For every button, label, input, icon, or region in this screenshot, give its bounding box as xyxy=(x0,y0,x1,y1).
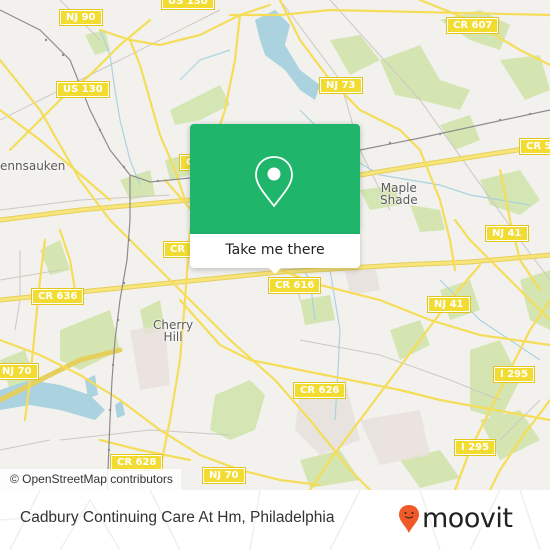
map-attribution[interactable]: © OpenStreetMap contributors xyxy=(0,469,181,490)
route-shield-nj70-left: NJ 70 xyxy=(0,363,39,380)
map[interactable]: US 130 NJ 90 US 130 NJ 73 CR 607 CR 5 CR… xyxy=(0,0,550,490)
route-shield-nj90: NJ 90 xyxy=(59,9,103,26)
moovit-pin-icon xyxy=(399,505,419,533)
route-shield-cr5: CR 5 xyxy=(518,138,550,155)
route-shield-nj41: NJ 41 xyxy=(427,296,471,313)
place-label-cherry-hill: Cherry Hill xyxy=(153,318,194,344)
place-label-pennsauken: ennsauken xyxy=(0,159,66,173)
popup-pointer xyxy=(268,267,282,274)
route-shield-cr607: CR 607 xyxy=(445,17,500,34)
route-shield-nj73: NJ 73 xyxy=(319,77,363,94)
route-shield-cr616: CR 616 xyxy=(267,277,322,294)
route-shield-us130: US 130 xyxy=(56,81,110,98)
route-shield-nj70-bottom: NJ 70 xyxy=(202,467,246,484)
location-popup: Take me there xyxy=(190,124,360,274)
route-shield-cr626: CR 626 xyxy=(292,382,347,399)
route-shield-cr636: CR 636 xyxy=(30,288,85,305)
take-me-there-button[interactable]: Take me there xyxy=(190,234,360,268)
popup-header xyxy=(190,124,360,234)
map-pin-icon xyxy=(255,156,293,207)
route-shield-us130-top: US 130 xyxy=(161,0,215,10)
place-label-maple-shade: Maple Shade xyxy=(380,181,418,207)
route-shield-i295-top: I 295 xyxy=(492,366,536,383)
location-title: Cadbury Continuing Care At Hm, Philadelp… xyxy=(20,509,335,526)
footer: Cadbury Continuing Care At Hm, Philadelp… xyxy=(0,490,550,550)
route-shield-nj41-top: NJ 41 xyxy=(485,225,529,242)
route-shield-i295-bottom: I 295 xyxy=(453,439,497,456)
moovit-wordmark: moovit xyxy=(422,503,513,534)
route-shield-cr628: CR 628 xyxy=(109,454,164,471)
route-shield-cr-left-low: CR xyxy=(162,241,193,258)
